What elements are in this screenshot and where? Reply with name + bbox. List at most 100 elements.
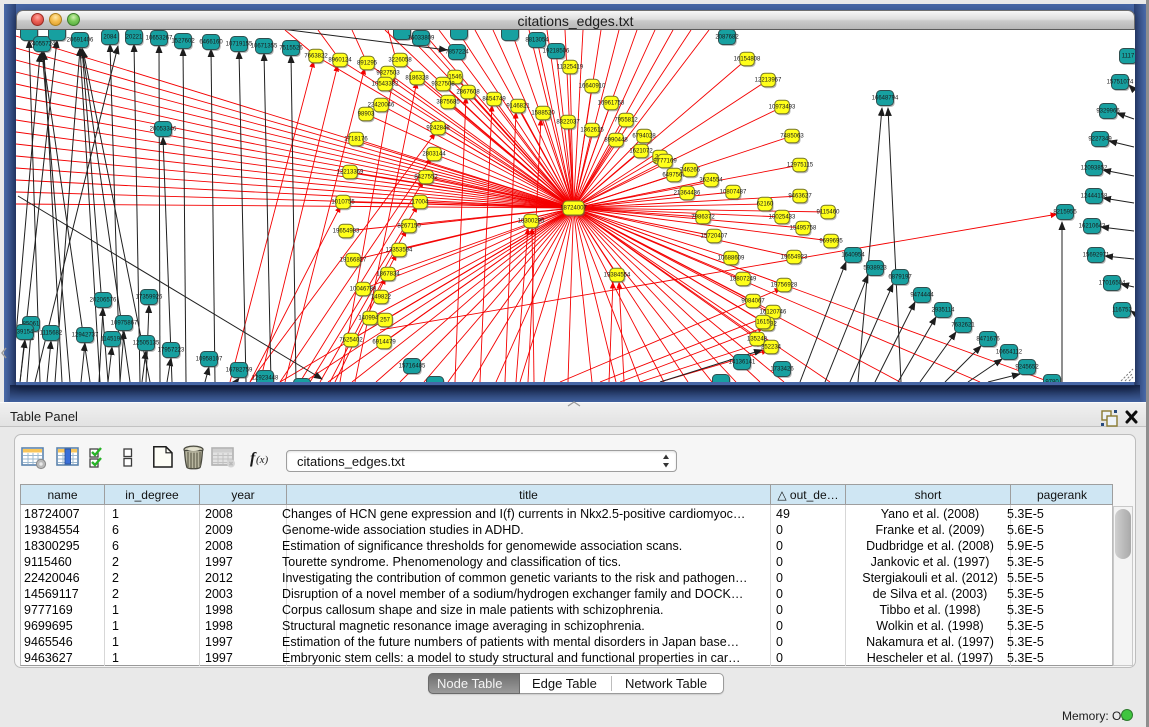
- svg-text:10958107: 10958107: [196, 357, 223, 363]
- svg-text:18724007: 18724007: [560, 206, 587, 212]
- svg-text:22420046: 22420046: [368, 103, 395, 109]
- svg-text:10046788: 10046788: [350, 287, 377, 293]
- svg-text:1621072: 1621072: [629, 149, 653, 155]
- svg-text:1733426: 1733426: [770, 367, 794, 373]
- svg-text:19654983: 19654983: [333, 229, 360, 235]
- svg-text:10654112: 10654112: [996, 350, 1023, 356]
- svg-text:6879197: 6879197: [888, 275, 912, 281]
- svg-text:8322037: 8322037: [556, 120, 580, 126]
- svg-text:12923448: 12923448: [252, 376, 279, 382]
- svg-text:8813054: 8813054: [525, 38, 549, 44]
- svg-text:1115682: 1115682: [40, 331, 63, 337]
- svg-text:8471676: 8471676: [976, 337, 1000, 343]
- svg-text:2935114: 2935114: [932, 308, 956, 314]
- svg-text:18300295: 18300295: [518, 219, 545, 225]
- svg-text:17016504: 17016504: [1099, 281, 1126, 287]
- svg-text:15751074: 15751074: [1107, 80, 1134, 86]
- svg-text:7955812: 7955812: [614, 118, 638, 124]
- svg-text:9327503: 9327503: [376, 71, 400, 77]
- svg-text:18807249: 18807249: [730, 277, 757, 283]
- svg-text:9777169: 9777169: [653, 159, 677, 165]
- svg-text:6466160: 6466160: [199, 40, 223, 46]
- svg-text:8960124: 8960124: [328, 58, 352, 64]
- svg-text:9242848: 9242848: [426, 126, 450, 132]
- svg-text:1867834: 1867834: [376, 272, 400, 278]
- svg-text:1527602: 1527602: [171, 39, 195, 45]
- svg-text:14136141: 14136141: [729, 360, 756, 366]
- svg-text:10719155: 10719155: [226, 42, 253, 48]
- svg-text:12444158: 12444158: [1081, 194, 1108, 200]
- svg-text:8186328: 8186328: [405, 76, 429, 82]
- svg-text:252234: 252234: [761, 345, 782, 351]
- svg-text:1588520: 1588520: [531, 111, 555, 117]
- svg-text:1010755: 1010755: [331, 200, 355, 206]
- svg-text:7857224: 7857224: [445, 50, 469, 56]
- svg-text:3226058: 3226058: [388, 58, 412, 64]
- svg-text:16782759: 16782759: [226, 368, 253, 374]
- svg-text:16648794: 16648794: [872, 96, 899, 102]
- svg-text:746266: 746266: [680, 168, 701, 174]
- svg-text:1117: 1117: [1122, 54, 1135, 60]
- svg-text:149822: 149822: [371, 295, 392, 301]
- svg-text:19166827: 19166827: [340, 258, 367, 264]
- svg-text:98903: 98903: [358, 112, 375, 118]
- svg-text:19384554: 19384554: [604, 273, 631, 279]
- svg-text:7625402: 7625402: [339, 338, 363, 344]
- svg-text:10025433: 10025433: [769, 215, 796, 221]
- svg-text:17957223: 17957223: [158, 348, 185, 354]
- svg-text:2803144: 2803144: [422, 152, 446, 158]
- svg-text:2087682: 2087682: [715, 35, 739, 41]
- svg-text:9463627: 9463627: [788, 194, 812, 200]
- svg-text:2084: 2084: [103, 35, 117, 41]
- svg-text:20206576: 20206576: [90, 298, 117, 304]
- svg-text:19218506: 19218506: [543, 49, 570, 55]
- svg-text:10653267: 10653267: [146, 36, 173, 42]
- svg-text:10688609: 10688609: [718, 256, 745, 262]
- svg-text:17004: 17004: [412, 200, 429, 206]
- svg-text:7663822: 7663822: [304, 54, 328, 60]
- svg-text:9227349: 9227349: [1088, 137, 1112, 143]
- svg-text:16120746: 16120746: [760, 310, 787, 316]
- svg-text:116753: 116753: [1112, 308, 1132, 314]
- svg-text:13353594: 13353594: [386, 248, 413, 254]
- svg-text:7515526: 7515526: [279, 46, 303, 52]
- svg-text:62160: 62160: [757, 202, 774, 208]
- svg-text:9474444: 9474444: [910, 293, 934, 299]
- svg-text:11325419: 11325419: [557, 65, 584, 71]
- svg-text:9245652: 9245652: [1015, 365, 1039, 371]
- svg-text:9327508: 9327508: [431, 82, 455, 88]
- svg-text:16210643: 16210643: [1079, 224, 1106, 230]
- svg-text:5938923: 5938923: [863, 266, 887, 272]
- svg-text:12975115: 12975115: [787, 163, 814, 169]
- svg-text:8454749: 8454749: [482, 97, 506, 103]
- svg-text:12942737: 12942737: [72, 333, 99, 339]
- svg-text:20221: 20221: [126, 35, 143, 41]
- svg-text:9329966: 9329966: [1096, 109, 1120, 115]
- svg-text:16154808: 16154808: [734, 57, 761, 63]
- svg-text:21364436: 21364436: [674, 191, 701, 197]
- svg-text:3875685: 3875685: [436, 100, 460, 106]
- svg-text:10671355: 10671355: [251, 44, 278, 50]
- svg-text:1145194: 1145194: [101, 337, 125, 343]
- svg-text:6794028: 6794028: [632, 134, 656, 140]
- svg-text:1640954: 1640954: [841, 253, 865, 259]
- svg-text:12213967: 12213967: [755, 78, 782, 84]
- svg-text:257: 257: [380, 318, 391, 324]
- svg-text:2867608: 2867608: [456, 90, 480, 96]
- svg-text:9084067: 9084067: [741, 299, 765, 305]
- svg-text:891295: 891295: [357, 61, 378, 67]
- svg-text:19756928: 19756928: [771, 283, 798, 289]
- svg-text:12093852: 12093852: [1081, 166, 1108, 172]
- svg-text:9699695: 9699695: [819, 239, 843, 245]
- svg-text:20053346: 20053346: [150, 127, 177, 133]
- svg-text:2718176: 2718176: [344, 137, 368, 143]
- svg-text:(x): (x): [256, 454, 269, 466]
- svg-text:8215955: 8215955: [1053, 210, 1077, 216]
- svg-text:12213369: 12213369: [337, 170, 364, 176]
- svg-text:10543382: 10543382: [372, 82, 399, 88]
- svg-text:15720407: 15720407: [701, 234, 728, 240]
- svg-text:3624554: 3624554: [699, 178, 723, 184]
- svg-text:7485063: 7485063: [780, 134, 804, 140]
- svg-text:1362615: 1362615: [580, 128, 604, 134]
- svg-text:7632621: 7632621: [951, 323, 975, 329]
